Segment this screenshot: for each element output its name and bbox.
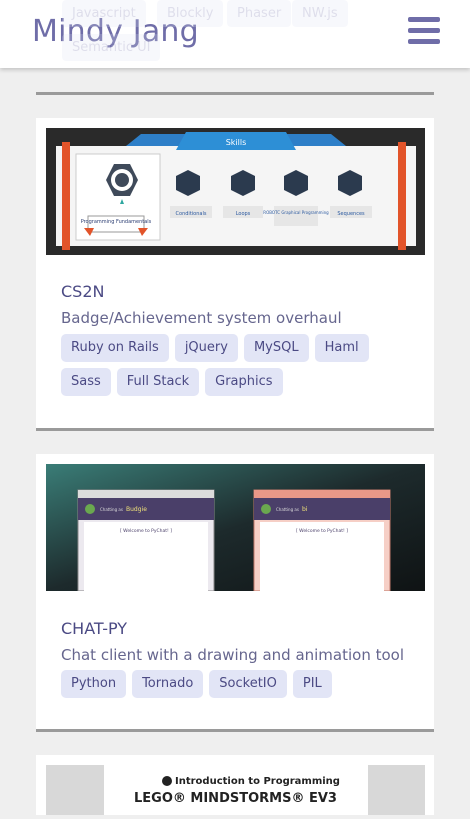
thumb-subheadline: LEGO® MINDSTORMS® EV3 [134,791,337,806]
tag: Phaser [227,0,292,27]
thumb-badge-label: Loops [236,211,251,217]
thumb-badge-label: ROBOTC Graphical Programming [263,210,329,215]
project-title[interactable]: CHAT-PY [61,619,127,638]
tag: Javascript [62,0,146,27]
tag: Python [61,670,127,698]
hamburger-menu-icon[interactable] [408,17,440,45]
thumb-headline: Introduction to Programming [175,776,340,787]
tag: MySQL [243,334,309,362]
chat-user-left: Budgie [126,506,147,513]
project-description: Badge/Achievement system overhaul [61,309,342,327]
project-title[interactable]: CS2N [61,282,104,301]
thumb-badge-label: Sequences [337,211,365,217]
chat-welcome-right: [ Welcome to PyChat! ] [296,528,348,534]
project-description: Chat client with a drawing and animation… [61,646,405,664]
project-thumbnail[interactable]: Skills Programming Fundamentals Conditio… [46,128,425,255]
project-card-cs2n[interactable]: Skills Programming Fundamentals Conditio… [36,118,434,431]
tag: Blockly [157,0,224,27]
project-thumbnail[interactable]: Chatting as Budgie [ Welcome to PyChat! … [46,464,425,592]
card-divider [36,92,434,95]
tag: Ruby on Rails [61,334,169,362]
tag: jQuery [174,334,238,362]
project-tags: Python Tornado SocketIO PIL [61,670,421,704]
chat-welcome-left: [ Welcome to PyChat! ] [120,528,172,534]
tag: NW.js [292,0,348,27]
tag: Full Stack [116,368,200,396]
tag: PIL [292,670,332,698]
chat-title-left: Chatting as [100,507,123,512]
tag: Tornado [132,670,204,698]
tag: Graphics [205,368,283,396]
tag: Sass [61,368,111,396]
tag: SocketIO [209,670,287,698]
project-thumbnail[interactable]: Introduction to Programming LEGO® MINDST… [46,765,425,815]
thumb-main-badge-label: Programming Fundamentals [81,219,152,225]
chat-title-right: Chatting as [276,507,299,512]
tag: Haml [314,334,369,362]
thumb-badge-label: Conditionals [176,211,207,217]
chat-user-right: bi [302,506,308,513]
project-tags: Ruby on Rails jQuery MySQL Haml Sass Full Sta… [61,334,421,402]
tag: Semantic UI [62,34,161,61]
thumb-banner-text: Skills [226,138,247,147]
project-card-ev3[interactable]: Introduction to Programming LEGO® MINDST… [36,755,434,815]
project-card-chat-py[interactable]: Chatting as Budgie [ Welcome to PyChat! … [36,454,434,732]
